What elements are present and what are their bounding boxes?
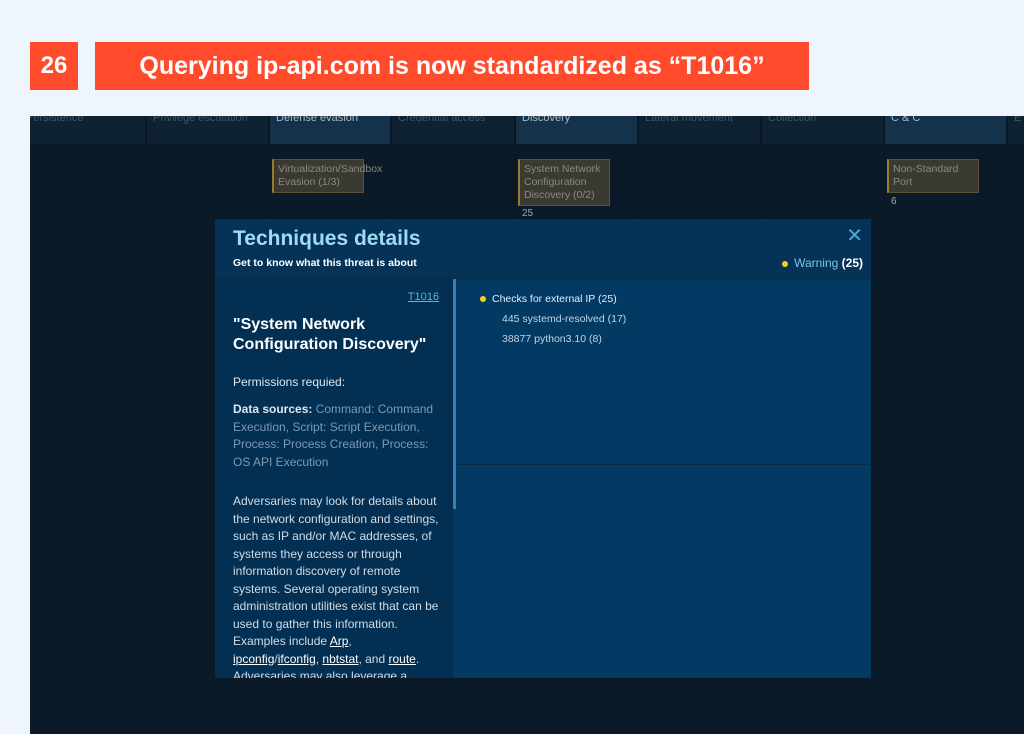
column-header: Privilege escalation — [153, 116, 248, 124]
column-header: Credential access — [398, 116, 486, 124]
technique-name: "System Network Configuration Discovery" — [233, 316, 427, 353]
modal-title: Techniques details — [233, 227, 421, 250]
technique-card[interactable]: Virtualization/Sandbox Evasion (1/3) — [272, 159, 382, 193]
column-exfiltration: E — [1008, 116, 1024, 734]
column-header: Persistence — [30, 116, 84, 124]
technique-info-panel[interactable]: T1016 "System Network Configuration Disc… — [215, 279, 453, 678]
link-arp[interactable]: Arp — [330, 634, 349, 648]
link-ifconfig[interactable]: ifconfig — [278, 652, 316, 666]
check-item[interactable]: Checks for external IP (25) — [480, 293, 871, 305]
column-header: Collection — [768, 116, 817, 124]
warning-label: Warning — [794, 256, 839, 270]
warning-dot-icon — [480, 296, 486, 303]
attack-matrix: Persistence Privilege escalation Defense… — [30, 116, 1024, 734]
warning-count: (25) — [841, 256, 863, 270]
column-header: Discovery — [522, 116, 571, 124]
technique-count: 25 — [522, 208, 534, 219]
check-label: Checks for external IP (25) — [492, 293, 617, 305]
link-route[interactable]: route — [388, 652, 415, 666]
process-item[interactable]: 38877 python3.10 (8) — [502, 333, 871, 345]
column-header: E — [1014, 116, 1022, 124]
process-item[interactable]: 445 systemd-resolved (17) — [502, 313, 871, 325]
technique-count: 6 — [891, 196, 897, 207]
description-text-2: Adversaries may also leverage a Network … — [233, 669, 408, 678]
column-header: C & C — [891, 116, 921, 124]
column-cc: C & C Non-Standard Port 6 — [885, 116, 1006, 734]
technique-id-link[interactable]: T1016 — [233, 291, 439, 303]
checks-panel: Checks for external IP (25) 445 systemd-… — [456, 279, 871, 465]
step-caption: Querying ip-api.com is now standardized … — [95, 42, 809, 90]
technique-card[interactable]: System Network Configuration Discovery (… — [518, 159, 610, 206]
step-number: 26 — [30, 42, 78, 90]
technique-description: Adversaries may look for details about t… — [233, 493, 439, 678]
close-icon[interactable]: ✕ — [846, 223, 863, 248]
column-persistence: Persistence — [30, 116, 145, 734]
link-nbtstat[interactable]: nbtstat — [322, 652, 358, 666]
data-sources-label: Data sources: — [233, 402, 313, 416]
techniques-details-modal: Techniques details Get to know what this… — [215, 219, 871, 678]
technique-card[interactable]: Non-Standard Port — [887, 159, 979, 193]
permissions-label: Permissions requied: — [233, 375, 346, 389]
modal-subtitle: Get to know what this threat is about — [233, 257, 417, 269]
column-header: Defense evasion — [276, 116, 358, 124]
column-header: Lateral movement — [645, 116, 734, 124]
warning-badge: Warning (25) — [782, 256, 863, 270]
link-ipconfig[interactable]: ipconfig — [233, 652, 274, 666]
modal-header: Techniques details Get to know what this… — [215, 219, 871, 279]
data-sources: Data sources: Command: Command Execution… — [233, 401, 439, 471]
warning-dot-icon — [782, 260, 789, 267]
description-text: Adversaries may look for details about t… — [233, 494, 439, 648]
